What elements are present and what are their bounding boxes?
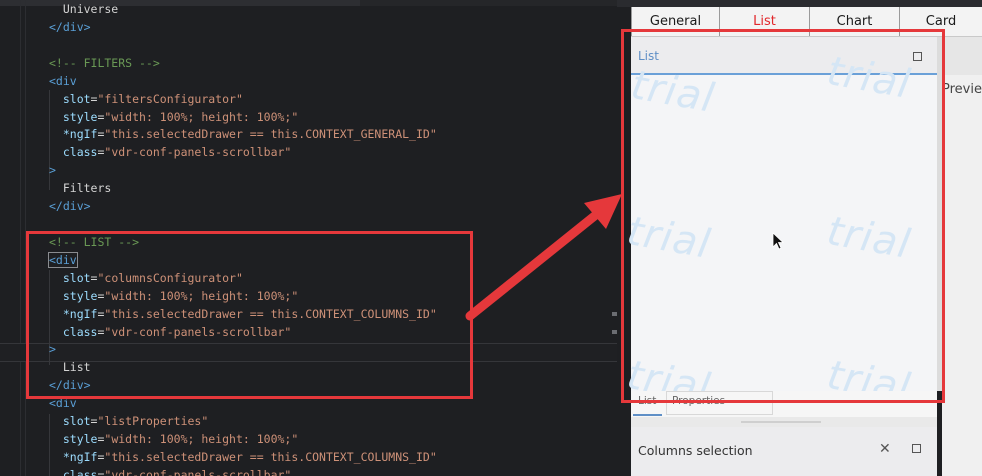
arrow-shaft xyxy=(465,209,602,321)
annotation-arrow xyxy=(465,194,622,321)
mouse-cursor-icon xyxy=(772,232,784,250)
